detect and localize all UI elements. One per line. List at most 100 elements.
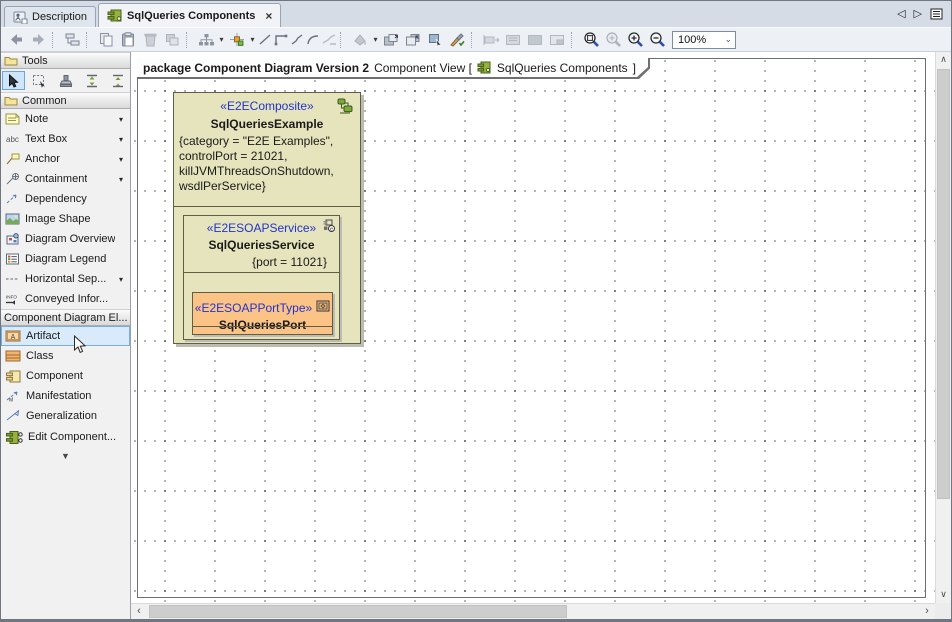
diagram-legend-icon: [5, 253, 20, 265]
scroll-right-icon[interactable]: ›: [919, 604, 935, 619]
send-to-back-icon: [405, 33, 421, 47]
tab-sqlqueries-components[interactable]: SqlQueries Components ×: [98, 3, 281, 27]
folder-icon: [4, 95, 18, 106]
quick-layout-dropdown-icon[interactable]: ▾: [248, 35, 257, 44]
composite-name: SqlQueriesExample: [174, 117, 360, 132]
palette-item-anchor[interactable]: Anchor ▾: [1, 149, 130, 169]
palette-item-image-shape[interactable]: Image Shape: [1, 209, 130, 229]
palette-item-conveyed-information[interactable]: INFO Conveyed Infor...: [1, 289, 130, 309]
palette-item-diagram-overview[interactable]: Diagram Overview: [1, 229, 130, 249]
folder-icon: [4, 55, 18, 66]
rectilinear-line-icon: [274, 33, 288, 46]
line-rectilinear-button[interactable]: [273, 30, 289, 50]
palette-item-generalization[interactable]: Generalization: [1, 406, 130, 426]
delete-with-descendants-button[interactable]: [161, 30, 183, 50]
palette-item-edit-component[interactable]: Edit Component...: [1, 426, 130, 448]
autosize-button[interactable]: [480, 30, 502, 50]
palette-item-class[interactable]: Class: [1, 346, 130, 366]
zoom-fit-button[interactable]: [602, 30, 624, 50]
vertical-scrollbar[interactable]: ∧ ∨: [935, 52, 951, 603]
compartment-divider: [174, 206, 360, 207]
dropdown-arrow-icon[interactable]: ▾: [119, 135, 126, 144]
section-title: Component Diagram El...: [4, 312, 128, 324]
palette-section-common[interactable]: Common: [1, 92, 130, 109]
palette-item-text-box[interactable]: abc Text Box ▾: [1, 129, 130, 149]
palette-item-horizontal-separator[interactable]: Horizontal Sep... ▾: [1, 269, 130, 289]
chevron-down-icon: ⌄: [724, 34, 732, 45]
diagram-frame-header[interactable]: package Component Diagram Version 2 Comp…: [137, 58, 650, 79]
forward-button[interactable]: [27, 30, 49, 50]
select-shape-icon: [428, 33, 443, 47]
scroll-down-icon[interactable]: ∨: [936, 587, 951, 603]
paste-button[interactable]: [117, 30, 139, 50]
line-breaks-button[interactable]: [321, 30, 337, 50]
scroll-left-icon[interactable]: ‹: [131, 604, 147, 619]
stamp-tool-button[interactable]: [54, 71, 77, 90]
close-tab-icon[interactable]: ×: [265, 11, 272, 21]
tab-list-button[interactable]: [930, 8, 943, 20]
service-stereotype: «E2ESOAPService»: [184, 221, 339, 236]
autosize-icon: [483, 34, 500, 46]
item-label: Generalization: [26, 410, 97, 422]
composite-component-shape[interactable]: «E2EComposite» SqlQueriesExample {catego…: [173, 92, 361, 344]
next-tab-button[interactable]: ▷: [914, 9, 922, 20]
palette-section-tools[interactable]: Tools: [1, 52, 130, 69]
diagram-canvas[interactable]: package Component Diagram Version 2 Comp…: [131, 52, 935, 603]
delete-view-icon: [165, 33, 180, 47]
dropdown-arrow-icon[interactable]: ▾: [119, 115, 126, 124]
apply-style-button[interactable]: [446, 30, 468, 50]
containment-tree-button[interactable]: [61, 30, 83, 50]
curved-line-icon: [306, 33, 320, 46]
palette-expand-button[interactable]: ▼: [1, 448, 130, 461]
select-related-button[interactable]: [424, 30, 446, 50]
marquee-tool-button[interactable]: [28, 71, 51, 90]
service-component-shape[interactable]: e «E2ESOAPService» SqlQueriesService {po…: [183, 215, 340, 340]
generalization-icon: [5, 410, 21, 422]
prev-tab-button[interactable]: ◁: [897, 9, 905, 20]
port-type-shape[interactable]: «E2ESOAPPortType» SqlQueriesPort: [192, 292, 333, 335]
forward-icon: [31, 33, 46, 46]
to-front-button[interactable]: [380, 30, 402, 50]
style-dropdown-icon[interactable]: ▾: [371, 35, 380, 44]
dropdown-arrow-icon[interactable]: ▾: [119, 275, 126, 284]
same-size-button[interactable]: [524, 30, 546, 50]
vertical-spacing-tool-button[interactable]: [80, 71, 103, 90]
shape-style-button[interactable]: [349, 30, 371, 50]
section-title: Common: [22, 95, 67, 107]
palette-item-component[interactable]: Component: [1, 366, 130, 386]
line-straight-button[interactable]: [257, 30, 273, 50]
line-curved-button[interactable]: [305, 30, 321, 50]
dropdown-arrow-icon[interactable]: ▾: [119, 175, 126, 184]
palette-item-artifact[interactable]: A Artifact: [1, 326, 130, 346]
scroll-up-icon[interactable]: ∧: [936, 52, 951, 68]
compartment-divider: [184, 272, 339, 273]
reset-size-button[interactable]: [502, 30, 524, 50]
palette-section-component-diagram[interactable]: Component Diagram El...: [1, 309, 130, 326]
zoom-out-button[interactable]: [646, 30, 668, 50]
dropdown-arrow-icon[interactable]: ▾: [119, 155, 126, 164]
select-tool-button[interactable]: [2, 71, 25, 90]
back-button[interactable]: [5, 30, 27, 50]
zoom-level-combobox[interactable]: 100% ⌄: [672, 31, 736, 49]
compress-spacing-tool-button[interactable]: [106, 71, 129, 90]
vertical-scrollbar-thumb[interactable]: [937, 69, 950, 499]
quick-layout-button[interactable]: [226, 30, 248, 50]
zoom-region-button[interactable]: [580, 30, 602, 50]
tab-description[interactable]: Description: [4, 6, 96, 27]
horizontal-scrollbar-thumb[interactable]: [149, 605, 567, 618]
line-oblique-button[interactable]: [289, 30, 305, 50]
to-back-button[interactable]: [402, 30, 424, 50]
horizontal-scrollbar[interactable]: ‹ ›: [131, 603, 935, 619]
same-height-button[interactable]: [546, 30, 568, 50]
brush-icon: [449, 33, 465, 47]
palette-item-diagram-legend[interactable]: Diagram Legend: [1, 249, 130, 269]
layout-button[interactable]: [195, 30, 217, 50]
delete-button[interactable]: [139, 30, 161, 50]
palette-item-manifestation[interactable]: M Manifestation: [1, 386, 130, 406]
palette-item-note[interactable]: Note ▾: [1, 109, 130, 129]
layout-dropdown-icon[interactable]: ▾: [217, 35, 226, 44]
zoom-in-button[interactable]: [624, 30, 646, 50]
palette-item-containment[interactable]: Containment ▾: [1, 169, 130, 189]
palette-item-dependency[interactable]: Dependency: [1, 189, 130, 209]
copy-button[interactable]: [95, 30, 117, 50]
